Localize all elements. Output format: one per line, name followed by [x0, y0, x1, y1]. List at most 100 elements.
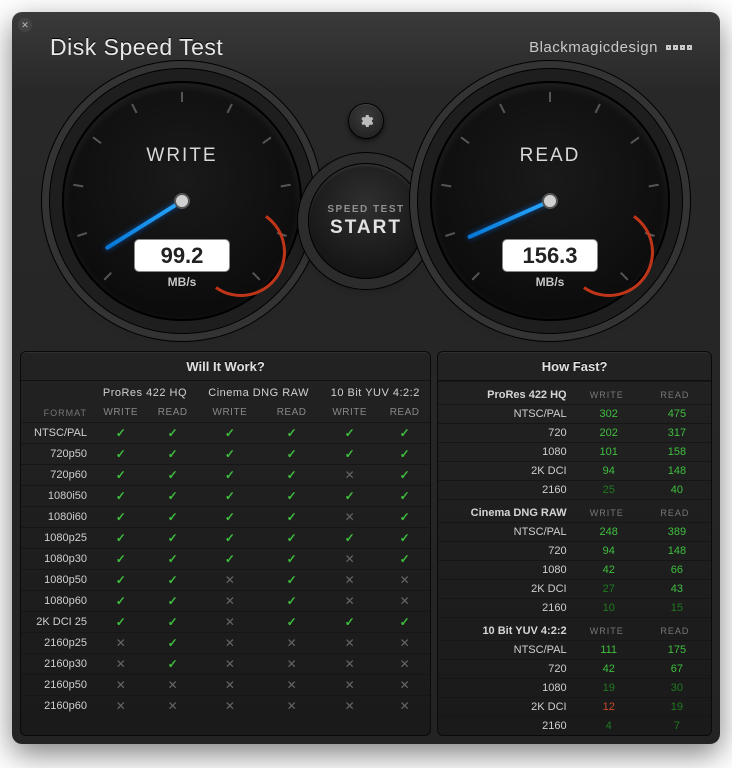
start-line1: SPEED TEST	[327, 204, 404, 215]
write-value-cell: 202	[575, 424, 643, 443]
wr-read-label: READ	[148, 403, 196, 423]
codec-header-row: Cinema DNG RAWWRITEREAD	[438, 500, 711, 523]
cross-icon: ✕	[379, 591, 430, 612]
check-icon: ✓	[148, 444, 196, 465]
format-cell: 2160p30	[21, 654, 93, 675]
cross-icon: ✕	[379, 654, 430, 675]
gear-icon	[358, 113, 374, 129]
read-value: 156.3	[502, 239, 598, 272]
write-unit: MB/s	[134, 275, 230, 289]
codec-header: 10 Bit YUV 4:2:2	[320, 381, 430, 403]
table-row: 720p50✓✓✓✓✓✓	[21, 444, 430, 465]
codec-header: Cinema DNG RAW	[197, 381, 320, 403]
codec-name: ProRes 422 HQ	[438, 382, 574, 405]
table-row: 10801930	[438, 679, 711, 698]
settings-button[interactable]	[348, 103, 384, 139]
table-row: 1080i50✓✓✓✓✓✓	[21, 486, 430, 507]
write-gauge: WRITE 99.2 MB/s	[62, 81, 302, 321]
format-cell: 720p50	[21, 444, 93, 465]
format-cell: 1080p60	[21, 591, 93, 612]
wr-write-label: WRITE	[575, 382, 643, 405]
read-value-cell: 19	[643, 698, 711, 717]
check-icon: ✓	[148, 591, 196, 612]
wr-read-label: READ	[643, 382, 711, 405]
format-cell: 2160p25	[21, 633, 93, 654]
cross-icon: ✕	[263, 696, 321, 717]
table-row: 1080p60✓✓✕✓✕✕	[21, 591, 430, 612]
format-cell: 2K DCI	[438, 580, 574, 599]
cross-icon: ✕	[320, 507, 379, 528]
check-icon: ✓	[148, 528, 196, 549]
cross-icon: ✕	[320, 696, 379, 717]
cross-icon: ✕	[263, 654, 321, 675]
check-icon: ✓	[93, 423, 148, 444]
check-icon: ✓	[379, 486, 430, 507]
format-cell: 1080i50	[21, 486, 93, 507]
check-icon: ✓	[379, 549, 430, 570]
check-icon: ✓	[197, 486, 263, 507]
read-value-cell: 158	[643, 443, 711, 462]
check-icon: ✓	[93, 486, 148, 507]
check-icon: ✓	[379, 465, 430, 486]
write-value-cell: 10	[575, 599, 643, 618]
check-icon: ✓	[320, 612, 379, 633]
check-icon: ✓	[197, 423, 263, 444]
brand-text: Blackmagicdesign	[529, 39, 658, 56]
read-value-cell: 66	[643, 561, 711, 580]
format-cell: 2160p60	[21, 696, 93, 717]
table-row: 2K DCI2743	[438, 580, 711, 599]
read-gauge: READ 156.3 MB/s	[430, 81, 670, 321]
write-value-cell: 42	[575, 660, 643, 679]
format-cell: NTSC/PAL	[21, 423, 93, 444]
write-value-cell: 101	[575, 443, 643, 462]
check-icon: ✓	[263, 528, 321, 549]
gauge-hub	[542, 193, 558, 209]
table-row: 2K DCI 25✓✓✕✓✓✓	[21, 612, 430, 633]
close-button[interactable]: ✕	[18, 18, 32, 32]
codec-name: Cinema DNG RAW	[438, 500, 574, 523]
write-readout: 99.2 MB/s	[134, 239, 230, 289]
cross-icon: ✕	[320, 465, 379, 486]
cross-icon: ✕	[379, 570, 430, 591]
check-icon: ✓	[148, 570, 196, 591]
cross-icon: ✕	[93, 633, 148, 654]
check-icon: ✓	[263, 444, 321, 465]
format-cell: 2160p50	[21, 675, 93, 696]
read-value-cell: 15	[643, 599, 711, 618]
check-icon: ✓	[148, 423, 196, 444]
wr-write-label: WRITE	[320, 403, 379, 423]
cross-icon: ✕	[148, 675, 196, 696]
cross-icon: ✕	[263, 675, 321, 696]
check-icon: ✓	[320, 444, 379, 465]
format-cell: 1080	[438, 443, 574, 462]
table-row: 1080i60✓✓✓✓✕✓	[21, 507, 430, 528]
wr-write-label: WRITE	[93, 403, 148, 423]
cross-icon: ✕	[197, 675, 263, 696]
table-row: 10804266	[438, 561, 711, 580]
read-value-cell: 389	[643, 523, 711, 542]
format-cell: 2K DCI 25	[21, 612, 93, 633]
start-button[interactable]: SPEED TEST START	[308, 163, 424, 279]
write-value-cell: 111	[575, 641, 643, 660]
format-cell: 1080p50	[21, 570, 93, 591]
wr-write-label: WRITE	[197, 403, 263, 423]
header: Disk Speed Test Blackmagicdesign	[12, 12, 720, 71]
cross-icon: ✕	[197, 591, 263, 612]
format-cell: 2160	[438, 481, 574, 500]
check-icon: ✓	[263, 423, 321, 444]
cross-icon: ✕	[263, 633, 321, 654]
write-value-cell: 42	[575, 561, 643, 580]
check-icon: ✓	[93, 444, 148, 465]
check-icon: ✓	[197, 444, 263, 465]
format-cell: 1080p25	[21, 528, 93, 549]
cross-icon: ✕	[320, 654, 379, 675]
read-value-cell: 148	[643, 542, 711, 561]
read-value-cell: 175	[643, 641, 711, 660]
check-icon: ✓	[93, 549, 148, 570]
cross-icon: ✕	[197, 570, 263, 591]
format-label: FORMAT	[21, 403, 93, 423]
check-icon: ✓	[263, 507, 321, 528]
will-table: ProRes 422 HQ Cinema DNG RAW 10 Bit YUV …	[21, 381, 430, 716]
table-row: 720202317	[438, 424, 711, 443]
cross-icon: ✕	[379, 633, 430, 654]
